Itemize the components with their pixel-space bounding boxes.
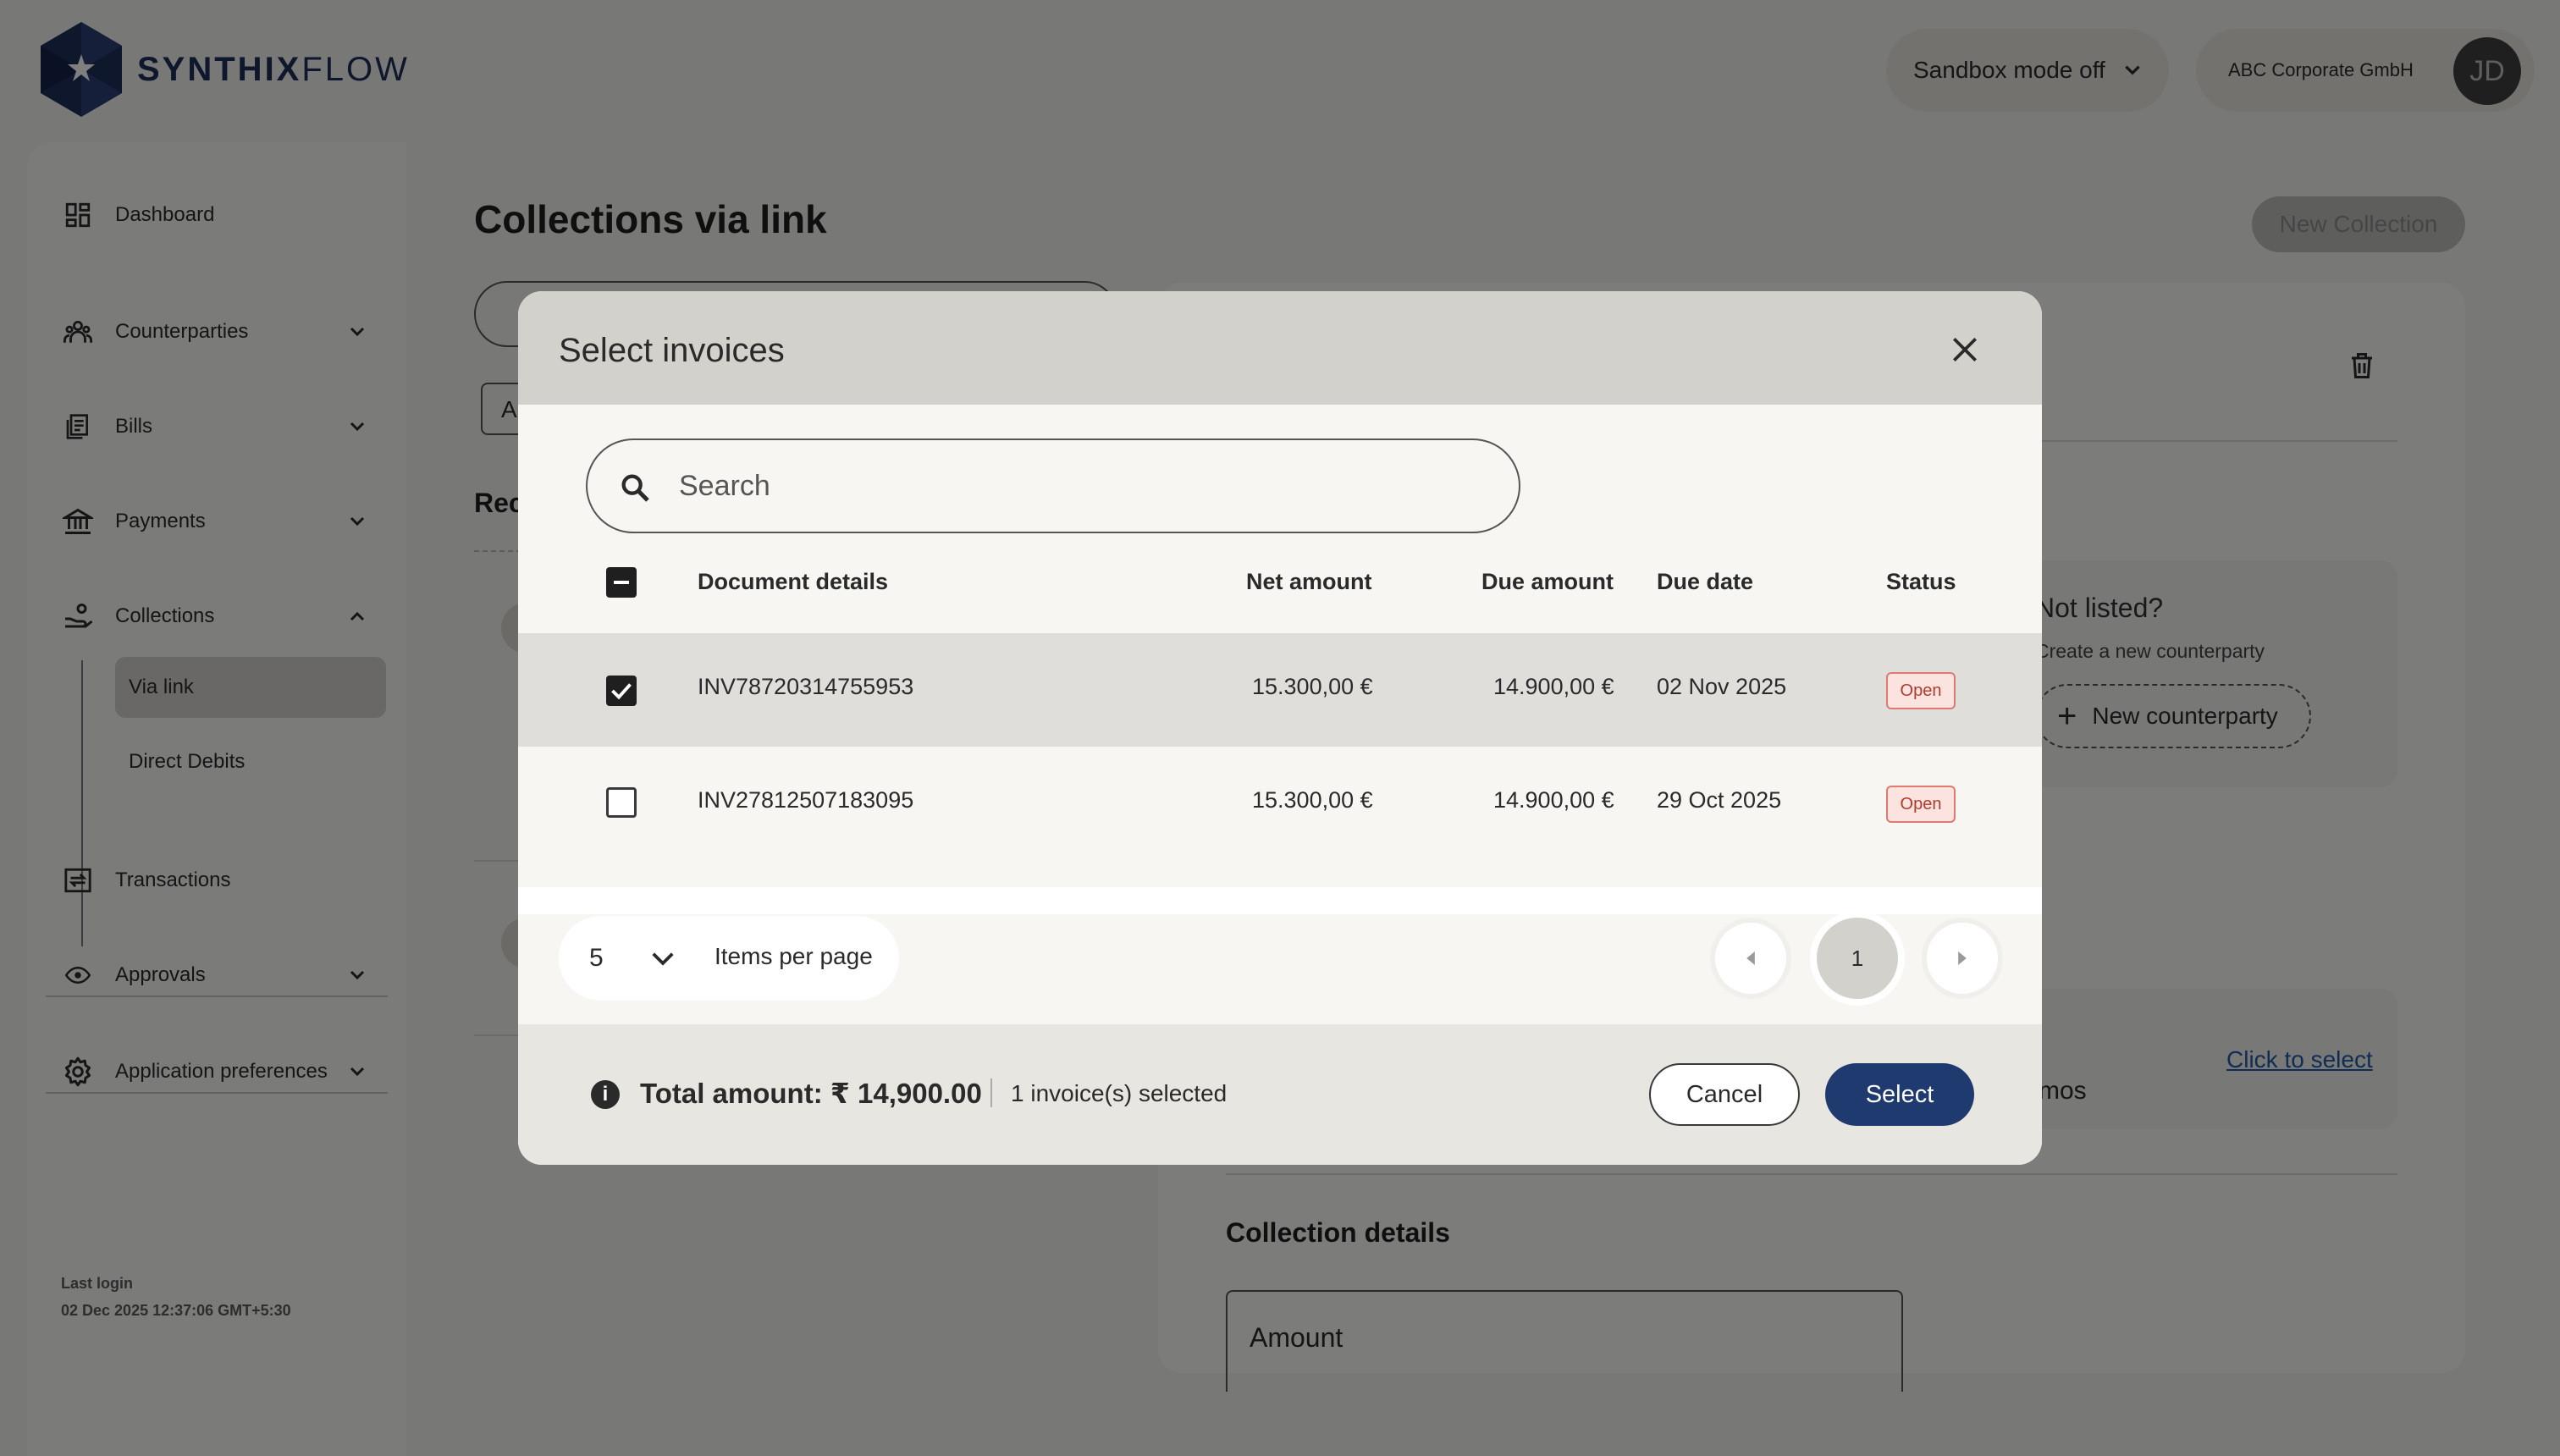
caret-right-icon <box>1958 951 1967 965</box>
selected-count: 1 invoice(s) selected <box>1011 1080 1228 1106</box>
checkmark-icon <box>611 683 632 700</box>
select-button[interactable]: Select <box>1825 1063 1974 1126</box>
info-icon: i <box>591 1080 620 1109</box>
invoice-search-field[interactable] <box>586 438 1520 533</box>
table-row[interactable]: INV78720314755953 15.300,00 € 14.900,00 … <box>518 633 2042 747</box>
cell-net-amount: 15.300,00 € <box>1252 674 1373 699</box>
table-bottom-edge <box>518 887 2042 914</box>
column-header-due-amount[interactable]: Due amount <box>1481 569 1614 595</box>
per-page-value: 5 <box>589 944 604 972</box>
cancel-button[interactable]: Cancel <box>1649 1063 1800 1126</box>
cell-due-amount: 14.900,00 € <box>1493 787 1614 813</box>
total-amount: Total amount: ₹ 14,900.00 <box>640 1078 982 1109</box>
page-number-button[interactable]: 1 <box>1817 918 1898 999</box>
chevron-down-icon <box>652 952 674 966</box>
caret-left-icon <box>1746 951 1755 965</box>
modal-footer: i Total amount: ₹ 14,900.00 1 invoice(s)… <box>518 1024 2042 1165</box>
next-page-button[interactable] <box>1922 918 2003 999</box>
modal-title: Select invoices <box>559 332 785 369</box>
cell-due-date: 02 Nov 2025 <box>1657 674 1787 699</box>
close-icon[interactable] <box>1949 334 1981 366</box>
previous-page-button[interactable] <box>1710 918 1791 999</box>
footer-separator <box>990 1078 992 1107</box>
select-invoices-modal: Select invoices Document details Net amo… <box>518 291 2042 1165</box>
row-checkbox[interactable] <box>606 676 637 706</box>
search-icon <box>621 474 649 502</box>
row-checkbox[interactable] <box>606 787 637 818</box>
column-header-status[interactable]: Status <box>1886 569 1956 595</box>
items-per-page-select[interactable]: 5 Items per page <box>559 916 899 1001</box>
column-header-due-date[interactable]: Due date <box>1657 569 1753 595</box>
modal-header: Select invoices <box>518 291 2042 405</box>
status-badge: Open <box>1886 672 1956 709</box>
cell-document-id: INV78720314755953 <box>698 674 914 699</box>
cell-due-amount: 14.900,00 € <box>1493 674 1614 699</box>
column-header-document[interactable]: Document details <box>698 569 888 595</box>
cell-net-amount: 15.300,00 € <box>1252 787 1373 813</box>
column-header-net-amount[interactable]: Net amount <box>1246 569 1372 595</box>
cell-due-date: 29 Oct 2025 <box>1657 787 1782 813</box>
per-page-label: Items per page <box>714 943 873 969</box>
cell-document-id: INV27812507183095 <box>698 787 914 813</box>
table-row[interactable]: INV27812507183095 15.300,00 € 14.900,00 … <box>518 747 2042 860</box>
select-all-checkbox[interactable] <box>606 567 637 598</box>
status-badge: Open <box>1886 786 1956 823</box>
search-input[interactable] <box>679 469 1441 503</box>
